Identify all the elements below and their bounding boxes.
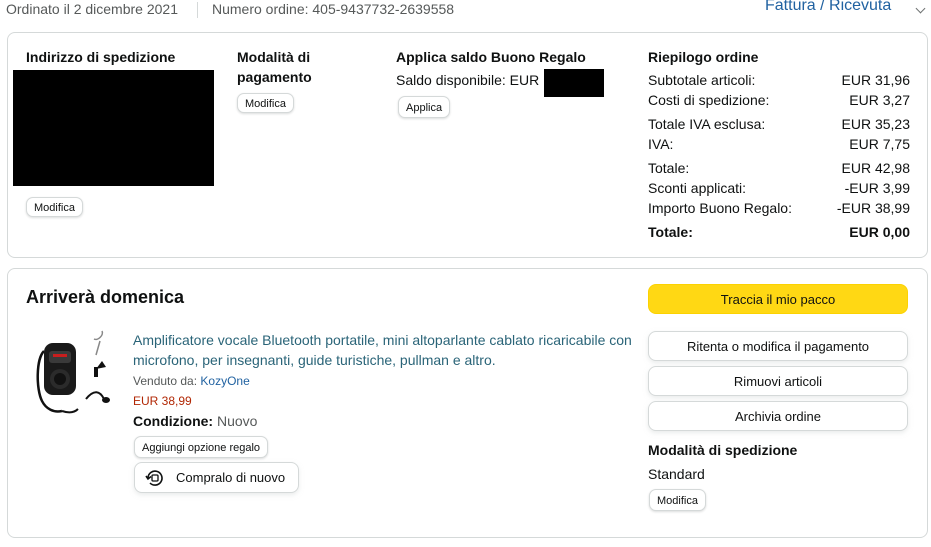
chevron-down-icon[interactable] bbox=[915, 3, 926, 14]
invoice-link[interactable]: Fattura / Ricevuta bbox=[765, 0, 891, 15]
payment-method-title-line2: pagamento bbox=[237, 69, 312, 85]
apply-gift-card-button[interactable]: Applica bbox=[398, 96, 451, 118]
remove-items-button[interactable]: Rimuovi articoli bbox=[648, 366, 908, 396]
shipping-method-title: Modalità di spedizione bbox=[648, 442, 798, 458]
payment-method-title-line1: Modalità di bbox=[237, 49, 311, 65]
divider bbox=[197, 2, 198, 18]
shipping-method-value: Standard bbox=[648, 466, 705, 482]
buy-again-button[interactable]: Compralo di nuovo bbox=[134, 462, 299, 493]
product-title-link[interactable]: Amplificatore vocale Bluetooth portatile… bbox=[133, 330, 653, 370]
edit-shipping-method-button[interactable]: Modifica bbox=[649, 489, 706, 511]
order-summary-card: Indirizzo di spedizione Modifica Modalit… bbox=[7, 32, 928, 258]
track-package-button[interactable]: Traccia il mio pacco bbox=[648, 284, 908, 314]
product-condition: Condizione: Nuovo bbox=[133, 413, 257, 429]
delivery-status: Arriverà domenica bbox=[26, 287, 185, 307]
speaker-product-icon bbox=[36, 330, 110, 414]
condition-value: Nuovo bbox=[217, 413, 258, 429]
sold-by-label: Venduto da: bbox=[133, 374, 198, 388]
order-number: Numero ordine: 405-9437732-2639558 bbox=[212, 1, 455, 17]
edit-address-button[interactable]: Modifica bbox=[26, 197, 83, 217]
archive-order-button[interactable]: Archivia ordine bbox=[648, 401, 908, 431]
order-date: Ordinato il 2 dicembre 2021 bbox=[6, 1, 178, 17]
product-image[interactable] bbox=[34, 329, 118, 421]
order-summary-rows: Subtotale articoli: EUR 31,96 Costi di s… bbox=[648, 72, 910, 240]
redacted-address bbox=[13, 70, 214, 186]
edit-payment-button[interactable]: Modifica bbox=[237, 93, 294, 113]
sold-by: Venduto da: KozyOne bbox=[133, 374, 250, 388]
buy-again-label: Compralo di nuovo bbox=[176, 470, 286, 485]
add-gift-option-button[interactable]: Aggiungi opzione regalo bbox=[134, 436, 269, 458]
redacted-balance bbox=[544, 69, 604, 97]
shipping-address-title: Indirizzo di spedizione bbox=[26, 49, 176, 65]
buy-again-icon bbox=[145, 470, 163, 486]
order-header: Ordinato il 2 dicembre 2021 Numero ordin… bbox=[0, 0, 931, 24]
gift-card-balance-label: Saldo disponibile: EUR bbox=[396, 72, 540, 88]
condition-label: Condizione: bbox=[133, 413, 214, 429]
gift-card-title: Applica saldo Buono Regalo bbox=[396, 49, 586, 65]
retry-payment-button[interactable]: Ritenta o modifica il pagamento bbox=[648, 331, 908, 361]
seller-link[interactable]: KozyOne bbox=[200, 374, 249, 388]
product-price: EUR 38,99 bbox=[133, 394, 192, 408]
shipment-card: Arriverà domenica Amplificatore vocale B… bbox=[7, 268, 928, 538]
